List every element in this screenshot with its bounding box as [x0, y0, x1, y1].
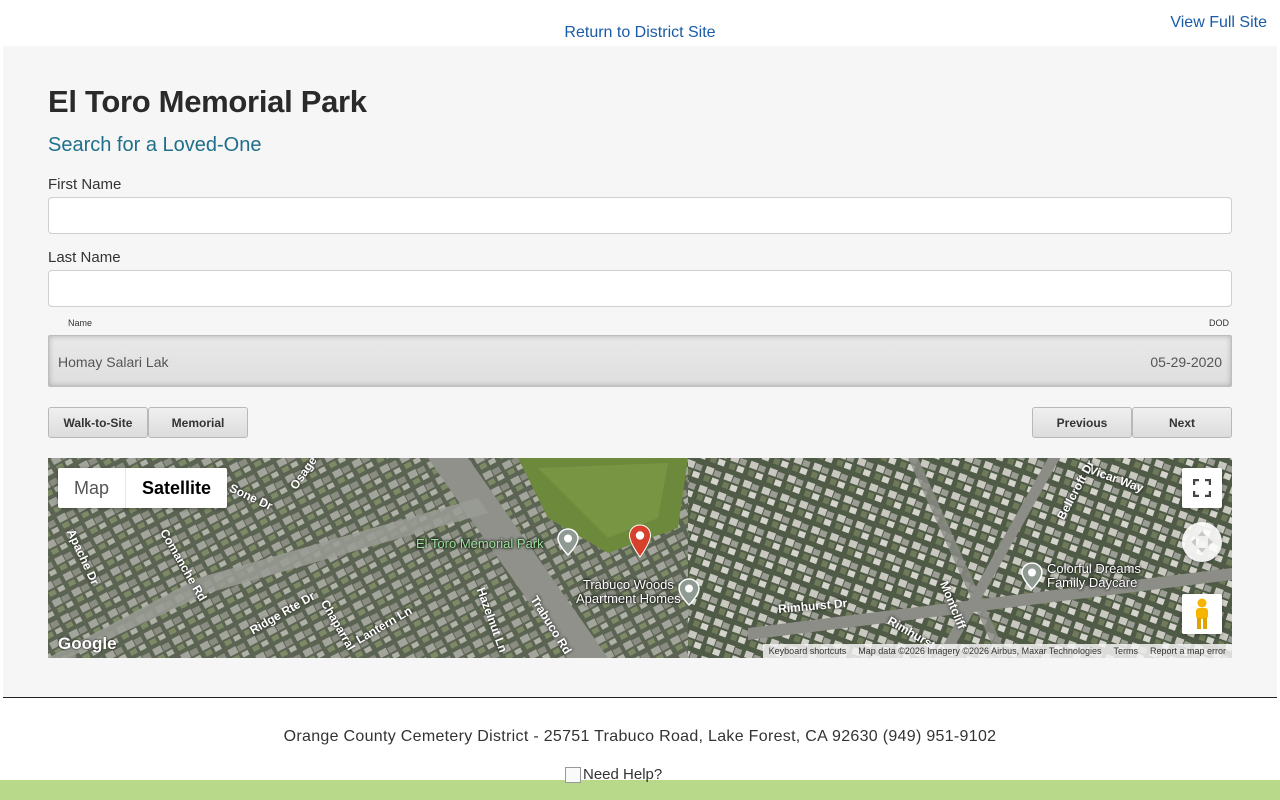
need-help-alt-text: Need Help?: [583, 766, 663, 783]
apartment-label-line2: Apartment Homes: [576, 591, 681, 606]
result-row[interactable]: Homay Salari Lak 05-29-2020: [48, 335, 1232, 387]
view-full-site-link[interactable]: View Full Site: [1170, 14, 1267, 32]
top-bar: Return to District Site View Full Site: [3, 0, 1277, 46]
walk-to-site-button[interactable]: Walk-to-Site: [48, 407, 148, 438]
map-type-satellite-tab[interactable]: Satellite: [125, 468, 227, 508]
daycare-label-line1: Colorful Dreams: [1047, 561, 1141, 576]
daycare-label-line2: Family Daycare: [1047, 575, 1138, 590]
footer-address: Orange County Cemetery District - 25751 …: [283, 728, 997, 745]
terms-link[interactable]: Terms: [1107, 644, 1144, 658]
fullscreen-icon: [1193, 479, 1211, 497]
satellite-map[interactable]: Map Satellite El Toro Memorial Park Trab…: [48, 458, 1232, 658]
footer-bar: [0, 780, 1280, 800]
daycare-place-label[interactable]: Colorful Dreams Family Daycare: [1047, 562, 1141, 590]
first-name-label: First Name: [48, 176, 122, 193]
park-place-label[interactable]: El Toro Memorial Park: [416, 536, 544, 551]
last-name-label: Last Name: [48, 249, 121, 266]
next-button[interactable]: Next: [1132, 407, 1232, 438]
result-name: Homay Salari Lak: [58, 354, 169, 370]
location-marker-icon[interactable]: [628, 524, 652, 558]
keyboard-shortcuts-link[interactable]: Keyboard shortcuts: [763, 644, 853, 658]
apartment-place-label[interactable]: Trabuco Woods Apartment Homes: [576, 578, 681, 606]
first-name-input[interactable]: [48, 197, 1232, 234]
main-content: El Toro Memorial Park Search for a Loved…: [3, 46, 1277, 698]
map-type-map-tab[interactable]: Map: [58, 468, 125, 508]
map-data-text: Map data ©2026 Imagery ©2026 Airbus, Max…: [858, 646, 1102, 656]
need-help-image[interactable]: Need Help?: [565, 766, 662, 783]
result-dod: 05-29-2020: [1150, 354, 1222, 370]
apartment-poi-icon[interactable]: [678, 578, 700, 606]
camera-control[interactable]: [1182, 522, 1222, 562]
fullscreen-button[interactable]: [1182, 468, 1222, 508]
column-header-dod: DOD: [1209, 318, 1229, 328]
column-header-name: Name: [68, 318, 93, 328]
map-type-control: Map Satellite: [58, 468, 228, 508]
daycare-poi-icon[interactable]: [1021, 562, 1043, 590]
last-name-input[interactable]: [48, 270, 1232, 307]
apartment-label-line1: Trabuco Woods: [582, 577, 674, 592]
park-poi-icon[interactable]: [557, 528, 579, 556]
pan-arrows-icon: [1191, 531, 1213, 553]
return-to-district-link[interactable]: Return to District Site: [3, 24, 1277, 42]
page-title: El Toro Memorial Park: [48, 84, 367, 119]
broken-image-icon: [565, 766, 581, 783]
previous-button[interactable]: Previous: [1032, 407, 1132, 438]
page-subtitle: Search for a Loved-One: [48, 134, 262, 156]
report-map-error-link[interactable]: Report a map error: [1144, 644, 1232, 658]
memorial-button[interactable]: Memorial: [148, 407, 248, 438]
street-view-pegman[interactable]: [1182, 594, 1222, 634]
google-logo: Google: [58, 634, 117, 653]
map-attribution: Keyboard shortcuts Map data ©2026 Imager…: [762, 644, 1232, 658]
pegman-icon: [1196, 598, 1208, 629]
